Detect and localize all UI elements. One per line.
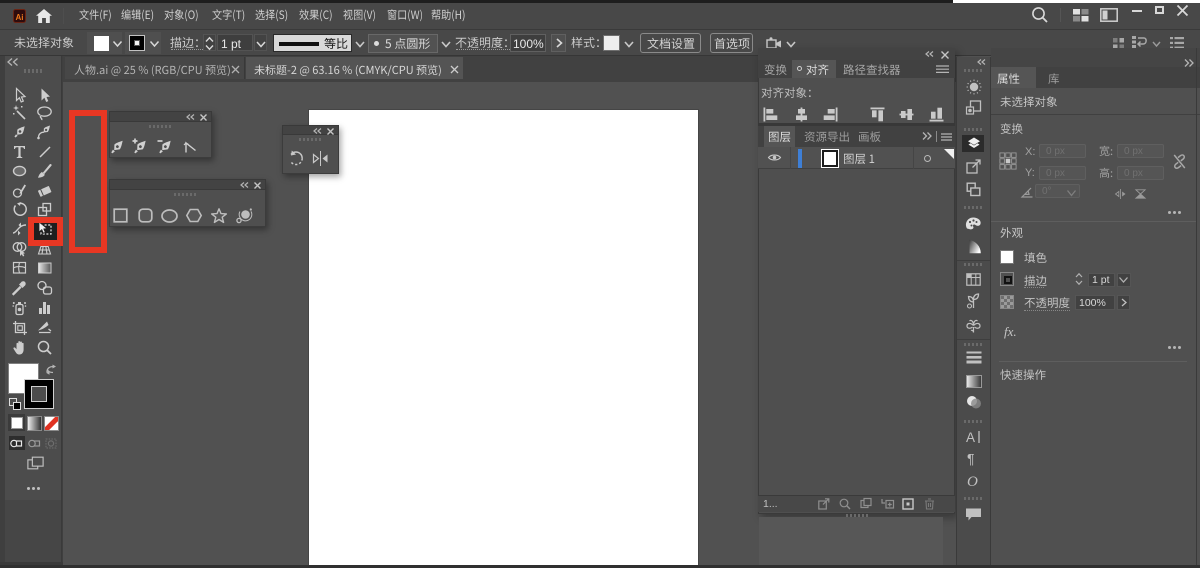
svg-text:A: A <box>966 430 975 445</box>
svg-text:¶: ¶ <box>967 451 975 467</box>
svg-text:O: O <box>967 474 978 490</box>
